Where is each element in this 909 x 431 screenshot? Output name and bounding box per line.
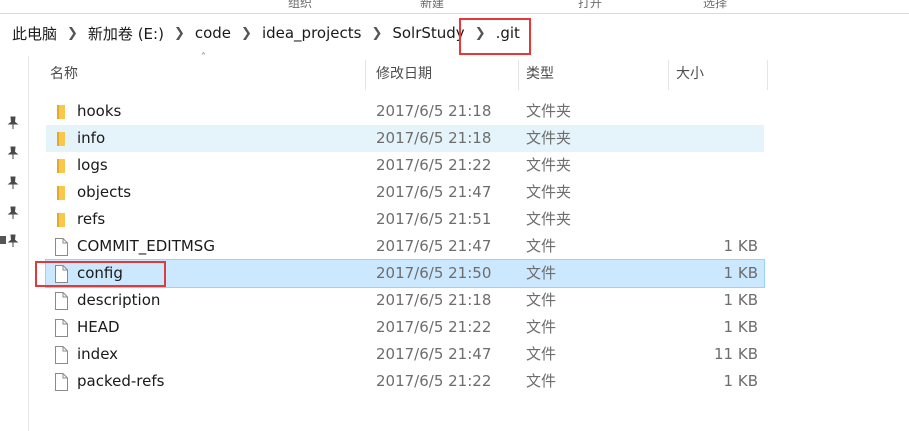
- file-row[interactable]: HEAD 2017/6/5 21:22 文件 1 KB: [46, 314, 764, 341]
- column-header-size[interactable]: 大小: [676, 58, 704, 90]
- file-icon: [55, 238, 68, 256]
- file-type: 文件: [526, 237, 557, 255]
- file-modified: 2017/6/5 21:47: [376, 183, 492, 201]
- file-size: 1 KB: [723, 318, 758, 336]
- file-size: 1 KB: [723, 372, 758, 390]
- nav-item-truncated: [0, 234, 6, 250]
- file-type: 文件夹: [526, 156, 572, 174]
- pin-icon[interactable]: [6, 206, 20, 220]
- chevron-right-icon[interactable]: ❯: [174, 26, 185, 41]
- file-row[interactable]: info 2017/6/5 21:18 文件夹: [46, 125, 764, 152]
- file-list: hooks 2017/6/5 21:18 文件夹 info 2017/6/5 21:18…: [45, 98, 765, 395]
- ribbon-group-open[interactable]: 打开: [578, 0, 602, 11]
- file-modified: 2017/6/5 21:18: [376, 102, 492, 120]
- column-header-type[interactable]: 类型: [526, 58, 554, 90]
- column-header-name[interactable]: 名称: [50, 58, 78, 90]
- file-icon: [55, 292, 68, 310]
- file-modified: 2017/6/5 21:18: [376, 291, 492, 309]
- breadcrumb-item-solrstudy[interactable]: SolrStudy: [390, 24, 466, 42]
- file-modified: 2017/6/5 21:22: [376, 318, 492, 336]
- file-icon: [55, 373, 68, 391]
- file-modified: 2017/6/5 21:50: [376, 264, 492, 282]
- pin-icon[interactable]: [6, 116, 20, 130]
- column-header-row: ˄ 名称 修改日期 类型 大小: [38, 52, 768, 90]
- breadcrumb[interactable]: 此电脑 ❯ 新加卷 (E:) ❯ code ❯ idea_projects ❯ …: [0, 14, 909, 52]
- navigation-pane[interactable]: [0, 56, 29, 431]
- file-modified: 2017/6/5 21:47: [376, 237, 492, 255]
- folder-icon: [57, 132, 65, 146]
- breadcrumb-item-code[interactable]: code: [193, 24, 233, 42]
- file-size: 1 KB: [723, 237, 758, 255]
- column-divider[interactable]: [365, 60, 366, 90]
- file-type: 文件: [526, 372, 557, 390]
- file-icon: [55, 346, 68, 364]
- file-type: 文件夹: [526, 183, 572, 201]
- file-name: hooks: [77, 102, 122, 120]
- folder-icon: [57, 186, 65, 200]
- file-type: 文件夹: [526, 129, 572, 147]
- file-type: 文件: [526, 345, 557, 363]
- ribbon-strip: 组织 新建 打开 选择: [0, 0, 909, 14]
- file-type: 文件: [526, 318, 557, 336]
- file-size: 1 KB: [723, 264, 758, 282]
- file-row[interactable]: packed-refs 2017/6/5 21:22 文件 1 KB: [46, 368, 764, 395]
- file-modified: 2017/6/5 21:18: [376, 129, 492, 147]
- file-type: 文件: [526, 264, 557, 282]
- highlight-box-git: [459, 18, 531, 55]
- pin-icon[interactable]: [6, 146, 20, 160]
- ribbon-group-organize[interactable]: 组织: [288, 0, 312, 11]
- breadcrumb-item-idea-projects[interactable]: idea_projects: [260, 24, 364, 42]
- file-icon: [55, 319, 68, 337]
- file-name: COMMIT_EDITMSG: [77, 237, 215, 255]
- file-modified: 2017/6/5 21:22: [376, 156, 492, 174]
- breadcrumb-item-this-pc[interactable]: 此电脑: [10, 23, 59, 44]
- chevron-right-icon[interactable]: ❯: [371, 26, 382, 41]
- folder-icon: [57, 213, 65, 227]
- file-name: description: [77, 291, 161, 309]
- pin-icon[interactable]: [6, 176, 20, 190]
- file-name: index: [77, 345, 119, 363]
- file-row[interactable]: description 2017/6/5 21:18 文件 1 KB: [46, 287, 764, 314]
- file-name: logs: [77, 156, 108, 174]
- file-type: 文件夹: [526, 210, 572, 228]
- file-name: info: [77, 129, 106, 147]
- file-name: packed-refs: [77, 372, 165, 390]
- file-type: 文件: [526, 291, 557, 309]
- file-size: 11 KB: [714, 345, 758, 363]
- file-row[interactable]: refs 2017/6/5 21:51 文件夹: [46, 206, 764, 233]
- column-header-modified[interactable]: 修改日期: [376, 58, 432, 90]
- folder-icon: [57, 159, 65, 173]
- ribbon-group-new[interactable]: 新建: [420, 0, 444, 11]
- file-size: 1 KB: [723, 291, 758, 309]
- highlight-box-config: [35, 261, 166, 287]
- pin-icon[interactable]: [6, 234, 20, 248]
- file-row[interactable]: index 2017/6/5 21:47 文件 11 KB: [46, 341, 764, 368]
- file-name: objects: [77, 183, 132, 201]
- folder-icon: [57, 105, 65, 119]
- file-name: refs: [77, 210, 106, 228]
- file-modified: 2017/6/5 21:51: [376, 210, 492, 228]
- file-modified: 2017/6/5 21:22: [376, 372, 492, 390]
- ribbon-group-select[interactable]: 选择: [703, 0, 727, 11]
- file-row[interactable]: COMMIT_EDITMSG 2017/6/5 21:47 文件 1 KB: [46, 233, 764, 260]
- chevron-right-icon[interactable]: ❯: [241, 26, 252, 41]
- column-divider[interactable]: [668, 60, 669, 90]
- breadcrumb-item-drive[interactable]: 新加卷 (E:): [86, 23, 166, 44]
- file-row[interactable]: logs 2017/6/5 21:22 文件夹: [46, 152, 764, 179]
- file-type: 文件夹: [526, 102, 572, 120]
- file-row[interactable]: objects 2017/6/5 21:47 文件夹: [46, 179, 764, 206]
- file-modified: 2017/6/5 21:47: [376, 345, 492, 363]
- file-row[interactable]: hooks 2017/6/5 21:18 文件夹: [46, 98, 764, 125]
- column-divider[interactable]: [518, 60, 519, 90]
- sort-ascending-icon: ˄: [201, 52, 206, 63]
- chevron-right-icon[interactable]: ❯: [67, 26, 78, 41]
- column-divider[interactable]: [767, 60, 768, 90]
- file-name: HEAD: [77, 318, 120, 336]
